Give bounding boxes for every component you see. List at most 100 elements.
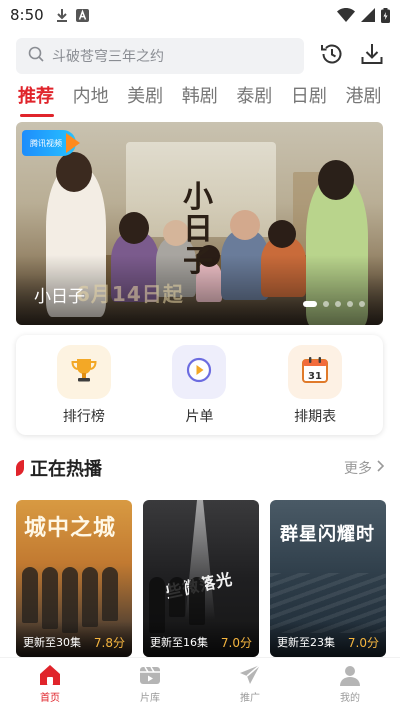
search-input[interactable]: 斗破苍穹三年之约 (16, 38, 304, 74)
tab-label: 泰剧 (236, 86, 273, 107)
tab-label: 港剧 (345, 86, 382, 107)
calendar-day: 31 (308, 371, 322, 382)
a-square-icon (75, 8, 89, 22)
video-card[interactable]: 城中之城 更新至30集 7.8分 (16, 500, 132, 657)
hot-section-header: 正在热播 更多 (16, 455, 385, 481)
card-episodes: 更新至30集 (23, 636, 81, 649)
card-score: 7.0分 (220, 636, 252, 650)
shortcut-playlists[interactable]: 片单 (159, 344, 239, 426)
banner-figure-head (318, 160, 354, 200)
film-library-icon (138, 663, 162, 687)
shortcut-icon-bg (172, 344, 227, 399)
status-time: 8:50 (10, 6, 44, 24)
play-circle-icon (183, 354, 215, 390)
poster-figure (42, 567, 58, 629)
tab-mainland[interactable]: 内地 (73, 80, 128, 114)
nav-label: 推广 (240, 693, 260, 702)
banner-figure-head (230, 210, 260, 240)
shortcut-label: 片单 (185, 408, 214, 425)
poster-figure (102, 567, 118, 621)
section-title: 正在热播 (30, 459, 102, 480)
banner-figure-head (56, 152, 92, 192)
nav-label: 我的 (340, 693, 360, 702)
banner-art-date: 6月14日起 (76, 282, 184, 306)
video-card[interactable]: 些微落光 更新至16集 7.0分 (143, 500, 259, 657)
wifi-icon (337, 8, 355, 22)
shortcuts-card: 排行榜 片单 31 排期表 (16, 335, 383, 435)
tab-thai-drama[interactable]: 泰剧 (236, 80, 291, 114)
pagination-dot[interactable] (347, 301, 353, 307)
banner-figure-head (119, 212, 149, 244)
pagination-dot[interactable] (323, 301, 329, 307)
shortcut-label: 排期表 (294, 408, 337, 425)
shortcut-schedule[interactable]: 31 排期表 (275, 344, 355, 426)
calendar-icon: 31 (299, 354, 331, 390)
trophy-icon (68, 354, 100, 390)
search-placeholder: 斗破苍穹三年之约 (52, 49, 164, 65)
section-accent-icon (16, 460, 24, 476)
download-button[interactable] (358, 42, 386, 70)
tab-recommend[interactable]: 推荐 (18, 80, 73, 117)
featured-banner[interactable]: 小日子 6月14日起 腾讯视频 小日子 (16, 122, 383, 325)
user-icon (338, 663, 362, 687)
card-art-title: 群星闪耀时 (280, 524, 375, 545)
header-search-row: 斗破苍穹三年之约 (16, 38, 386, 74)
pagination-dot[interactable] (303, 301, 317, 307)
card-score: 7.0分 (347, 636, 379, 650)
bottom-navigation: 首页 片库 推广 我的 (0, 657, 400, 702)
shortcut-icon-bg: 31 (288, 344, 343, 399)
tab-label: 美剧 (127, 86, 164, 107)
paper-plane-icon (238, 663, 262, 687)
category-tabs: 推荐 内地 美剧 韩剧 泰剧 日剧 港剧 (0, 80, 400, 120)
tab-label: 内地 (72, 86, 109, 107)
tab-hk-drama[interactable]: 港剧 (345, 80, 400, 114)
nav-promote[interactable]: 推广 (200, 658, 300, 702)
banner-caption: 小日子 (34, 287, 85, 307)
poster-figure (82, 567, 98, 627)
banner-figure-head (268, 220, 296, 248)
home-icon (38, 663, 62, 687)
chevron-right-icon (376, 460, 385, 476)
status-right-icons (337, 7, 390, 23)
logo-text: 腾讯视频 (30, 138, 62, 148)
battery-icon (381, 7, 390, 23)
poster-figure (189, 577, 205, 625)
hot-cards-row: 城中之城 更新至30集 7.8分 些微落光 更新至16集 7.0分 群星闪耀时 … (16, 500, 386, 657)
tab-korean-drama[interactable]: 韩剧 (182, 80, 237, 114)
banner-pagination (303, 301, 365, 307)
more-link[interactable]: 更多 (344, 458, 385, 478)
nav-home[interactable]: 首页 (0, 658, 100, 702)
search-icon (28, 46, 44, 66)
status-bar: 8:50 (0, 0, 400, 30)
tab-label: 韩剧 (181, 86, 218, 107)
tab-active-indicator (20, 114, 54, 117)
status-left-icons (56, 8, 89, 22)
shortcut-label: 排行榜 (62, 408, 105, 425)
card-episodes: 更新至23集 (277, 636, 335, 649)
card-episodes: 更新至16集 (150, 636, 208, 649)
poster-figure (169, 577, 185, 617)
nav-label: 首页 (40, 693, 60, 702)
signal-icon (361, 8, 375, 22)
card-score: 7.8分 (93, 636, 125, 650)
tab-japanese-drama[interactable]: 日剧 (291, 80, 346, 114)
download-arrow-icon (56, 8, 68, 22)
history-clock-icon (319, 41, 345, 71)
tab-label: 日剧 (290, 86, 327, 107)
nav-library[interactable]: 片库 (100, 658, 200, 702)
tab-us-drama[interactable]: 美剧 (127, 80, 182, 114)
download-icon (359, 41, 385, 71)
history-button[interactable] (318, 42, 346, 70)
pagination-dot[interactable] (335, 301, 341, 307)
nav-profile[interactable]: 我的 (300, 658, 400, 702)
card-art-title: 城中之城 (24, 515, 117, 541)
pagination-dot[interactable] (359, 301, 365, 307)
poster-figure (22, 567, 38, 623)
more-label: 更多 (344, 461, 372, 477)
video-card[interactable]: 群星闪耀时 更新至23集 7.0分 (270, 500, 386, 657)
shortcut-icon-bg (56, 344, 111, 399)
shortcut-rankings[interactable]: 排行榜 (44, 344, 124, 426)
nav-label: 片库 (140, 693, 160, 702)
logo-play-icon (66, 133, 80, 153)
tencent-video-logo: 腾讯视频 (22, 130, 80, 156)
